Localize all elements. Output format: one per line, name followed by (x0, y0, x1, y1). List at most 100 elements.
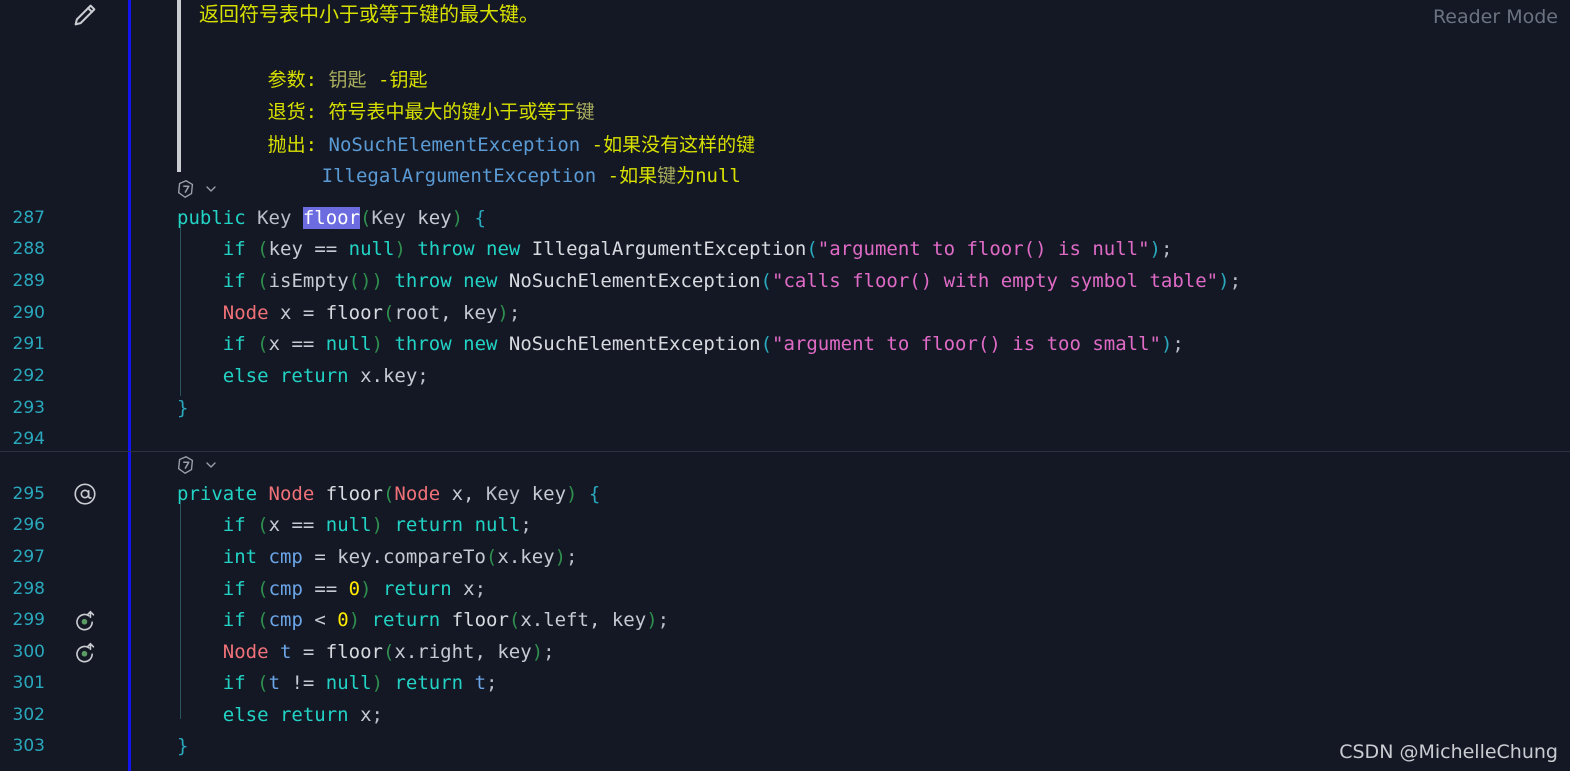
code-line-290[interactable]: Node x = floor(root, key); (177, 302, 521, 324)
code-token: ) (371, 514, 384, 536)
code-token: key.compareTo (337, 546, 486, 568)
code-line-302[interactable]: else return x; (177, 704, 383, 726)
code-token: ; (566, 546, 578, 568)
reader-mode-label[interactable]: Reader Mode (1433, 6, 1558, 28)
code-token: { (588, 483, 601, 505)
code-token: ) (371, 333, 384, 355)
code-line-292[interactable]: else return x.key; (177, 365, 429, 387)
code-token: ( (382, 483, 395, 505)
code-lens-separator (0, 451, 1570, 452)
code-line-300[interactable]: Node t = floor(x.right, key); (177, 641, 555, 663)
code-token: ; (1229, 270, 1242, 292)
code-line-289[interactable]: if (isEmpty()) throw new NoSuchElementEx… (177, 270, 1241, 292)
code-token: ; (657, 609, 670, 631)
code-token: x (268, 333, 292, 355)
code-token: ( (257, 333, 269, 355)
code-line-296[interactable]: if (x == null) return null; (177, 514, 532, 536)
code-token: ; (474, 578, 487, 600)
code-token: ) (451, 207, 464, 229)
code-content[interactable]: 返回符号表中小于或等于键的最大键。 参数: 钥匙 -钥匙 退货: 符号表中最大的… (0, 0, 1570, 771)
code-token: new (463, 333, 498, 355)
code-token: if (222, 333, 246, 355)
code-token: "calls floor() with empty symbol table" (772, 270, 1219, 292)
watermark: CSDN @MichelleChung (1339, 741, 1558, 763)
code-token: key (268, 238, 315, 260)
line-number-296: 296 (12, 515, 45, 535)
code-token: ) (554, 546, 567, 568)
code-line-295[interactable]: private Node floor(Node x, Key key) { (177, 483, 600, 505)
code-token: NoSuchElementException (508, 270, 761, 292)
code-token: ; (508, 302, 521, 324)
code-token: == (291, 333, 315, 355)
extension-badge-icon (175, 456, 197, 480)
code-line-288[interactable]: if (key == null) throw new IllegalArgume… (177, 238, 1173, 260)
code-token: if (222, 672, 246, 694)
code-token: { (474, 207, 486, 229)
code-lens-2[interactable] (175, 454, 227, 476)
code-token: floor (451, 609, 509, 631)
code-lens-1[interactable] (175, 178, 227, 200)
editor-gutter: 287 288 289 290 291 292 293 294 295 296 297 298 299 3… (0, 0, 128, 771)
code-line-299[interactable]: if (cmp < 0) return floor(x.left, key); (177, 609, 669, 631)
code-token: cmp (268, 546, 303, 568)
code-token: return (279, 365, 349, 387)
recursion-arrow-icon[interactable] (72, 607, 98, 633)
code-token: ) (566, 483, 578, 505)
code-line-301[interactable]: if (t != null) return t; (177, 672, 498, 694)
code-token: ) (371, 270, 383, 292)
line-number-290: 290 (12, 303, 45, 323)
code-line-303[interactable]: } (177, 735, 188, 757)
chevron-down-icon[interactable] (203, 181, 219, 201)
at-sign-icon[interactable] (72, 481, 98, 507)
code-line-287[interactable]: public Key floor(Key key) { (177, 207, 486, 229)
code-line-298[interactable]: if (cmp == 0) return x; (177, 578, 486, 600)
code-token: Key (257, 207, 303, 229)
pencil-icon[interactable] (70, 0, 100, 30)
code-token: x (268, 514, 292, 536)
javadoc-quote-bar (177, 0, 181, 172)
code-token: if (222, 578, 246, 600)
code-line-293[interactable]: } (177, 397, 188, 419)
extension-badge-icon (175, 180, 197, 204)
code-token: root, key (394, 302, 498, 324)
code-token: null (474, 514, 521, 536)
code-line-297[interactable]: int cmp = key.compareTo(x.key); (177, 546, 578, 568)
code-token: NoSuchElementException (508, 333, 761, 355)
code-token: return (371, 609, 441, 631)
code-token: < (302, 609, 326, 631)
code-token: private (177, 483, 269, 505)
recursion-arrow-icon[interactable] (72, 639, 98, 665)
code-token: ( (382, 641, 395, 663)
code-token: if (222, 514, 246, 536)
code-token: int (222, 546, 258, 568)
code-token: ; (1160, 238, 1173, 260)
chevron-down-icon[interactable] (203, 457, 219, 477)
code-line-291[interactable]: if (x == null) throw new NoSuchElementEx… (177, 333, 1184, 355)
line-number-298: 298 (12, 579, 45, 599)
javadoc-throws-type-2[interactable]: IllegalArgumentException (322, 165, 597, 187)
code-token: ) (1160, 333, 1173, 355)
code-token: ; (417, 365, 429, 387)
javadoc-summary: 返回符号表中小于或等于键的最大键。 (199, 2, 539, 26)
code-token: ( (508, 609, 521, 631)
line-number-292: 292 (12, 366, 45, 386)
